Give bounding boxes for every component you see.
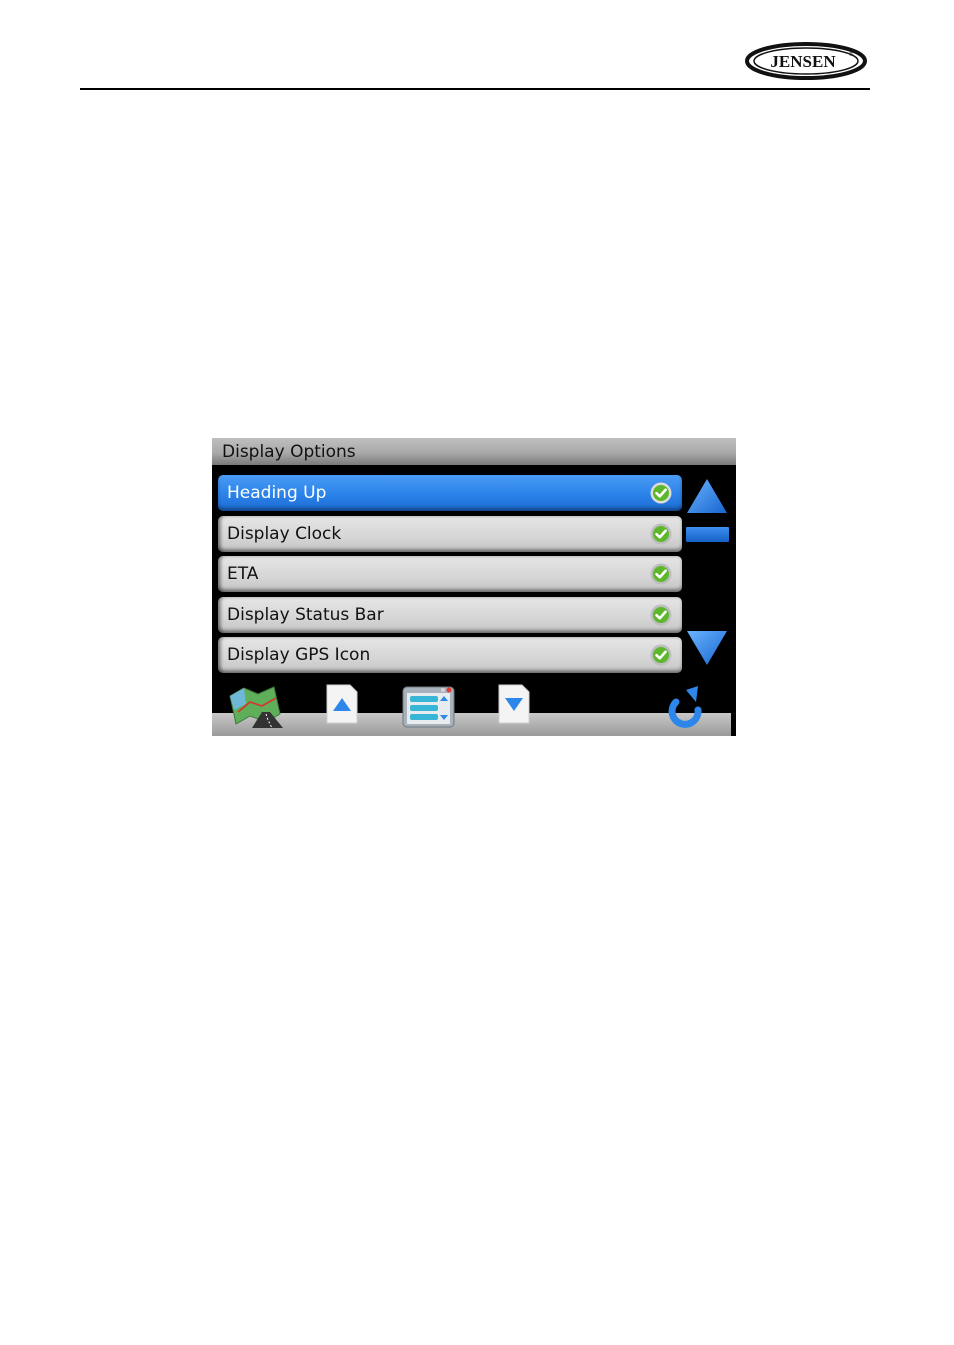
header-rule [80, 88, 870, 90]
option-label: ETA [227, 564, 259, 585]
scroll-up-arrow-icon[interactable] [686, 478, 728, 514]
option-label: Display GPS Icon [227, 645, 371, 666]
screen-title: Display Options [222, 442, 356, 462]
map-icon[interactable] [228, 684, 283, 728]
option-label: Display Clock [227, 523, 342, 544]
option-eta[interactable]: ETA [218, 556, 682, 593]
display-options-screen: Display Options Heading Up Display Clock… [212, 438, 736, 736]
scroll-down-arrow-icon[interactable] [686, 630, 728, 666]
registered-mark: ® [849, 51, 853, 58]
page-down-icon[interactable] [498, 684, 530, 724]
logo-text: JENSEN [770, 52, 836, 71]
scrollbar-thumb[interactable] [686, 527, 729, 542]
checkmark-icon[interactable] [650, 563, 672, 585]
back-arrow-icon[interactable] [668, 684, 708, 728]
option-label: Display Status Bar [227, 604, 384, 625]
screen-titlebar: Display Options [212, 438, 736, 465]
options-list: Heading Up Display Clock ETA Display Sta… [218, 475, 682, 678]
option-display-status-bar[interactable]: Display Status Bar [218, 596, 682, 633]
option-display-gps-icon[interactable]: Display GPS Icon [218, 637, 682, 674]
checkmark-icon[interactable] [650, 523, 672, 545]
checkmark-icon[interactable] [650, 644, 672, 666]
option-display-clock[interactable]: Display Clock [218, 515, 682, 552]
checkmark-icon[interactable] [650, 604, 672, 626]
page-up-icon[interactable] [326, 684, 358, 724]
jensen-logo: JENSEN ® [745, 42, 867, 80]
option-label: Heading Up [227, 483, 327, 503]
bottom-toolbar [212, 713, 731, 736]
list-settings-icon[interactable] [402, 684, 455, 728]
option-heading-up[interactable]: Heading Up [218, 475, 682, 511]
checkmark-icon[interactable] [650, 482, 672, 504]
